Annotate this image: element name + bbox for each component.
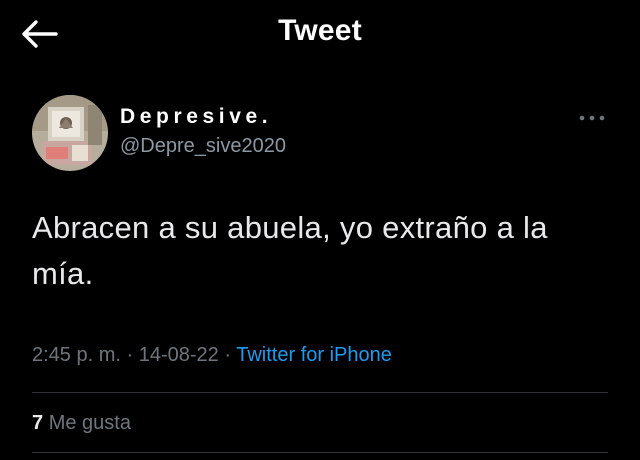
divider: [32, 452, 608, 453]
tweet-text: Abracen a su abuela, yo extraño a la mía…: [32, 210, 548, 291]
avatar-image: [32, 95, 108, 171]
tweet-time: 2:45 p. m.: [32, 344, 121, 366]
divider: [32, 392, 608, 393]
tweet-source-link[interactable]: Twitter for iPhone: [236, 344, 392, 366]
meta-separator: ·: [126, 344, 134, 366]
avatar[interactable]: [32, 95, 108, 171]
author-display-name[interactable]: Depresive.: [120, 105, 272, 129]
more-horizontal-icon: [579, 115, 605, 121]
tweet-meta: 2:45 p. m. · 14-08-22 · Twitter for iPho…: [32, 344, 392, 367]
author-handle[interactable]: @Depre_sive2020: [120, 135, 286, 158]
tweet-date: 14-08-22: [138, 344, 219, 366]
top-bar: Tweet: [0, 0, 640, 68]
likes-stat[interactable]: 7 Me gusta: [32, 412, 131, 435]
page-title: Tweet: [278, 14, 362, 47]
more-options-button[interactable]: [574, 105, 610, 131]
tweet-author: Depresive. @Depre_sive2020: [32, 95, 612, 175]
likes-count: 7: [32, 412, 44, 434]
likes-label: Me gusta: [48, 412, 131, 434]
meta-separator: ·: [224, 344, 232, 366]
